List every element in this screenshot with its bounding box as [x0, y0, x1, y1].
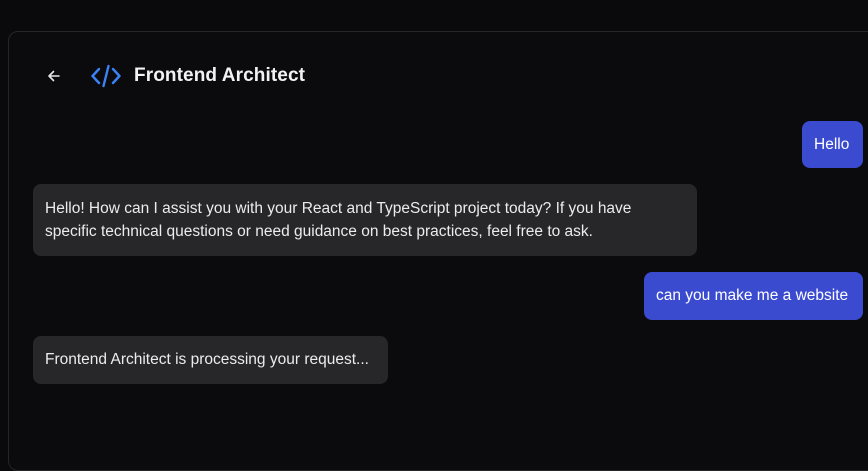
message-text: Frontend Architect is processing your re… — [45, 351, 369, 368]
user-message: Hello — [802, 121, 863, 168]
assistant-status-message: Frontend Architect is processing your re… — [33, 336, 388, 384]
chat-header: Frontend Architect — [9, 32, 868, 122]
arrow-left-icon — [48, 70, 60, 82]
user-message: can you make me a website — [644, 272, 863, 320]
message-text: can you make me a website — [656, 287, 849, 304]
message-text-line: Hello! How can I assist you with your Re… — [45, 200, 632, 217]
code-icon — [91, 64, 121, 88]
back-button[interactable] — [45, 67, 63, 85]
message-text: Hello — [814, 136, 850, 153]
message-text-line: specific technical questions or need gui… — [45, 223, 593, 240]
page-title: Frontend Architect — [134, 65, 306, 86]
assistant-message: Hello! How can I assist you with your Re… — [33, 184, 697, 256]
